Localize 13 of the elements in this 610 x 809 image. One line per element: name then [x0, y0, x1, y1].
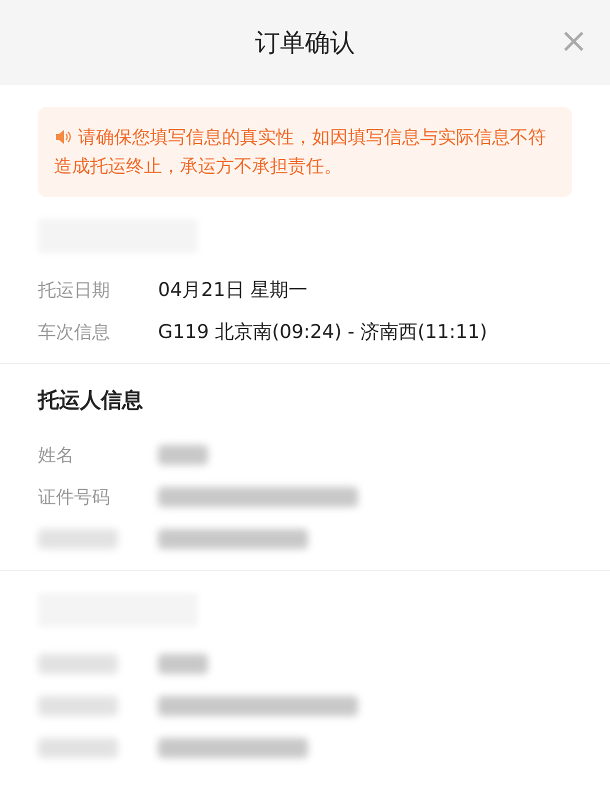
warning-notice: 请确保您填写信息的真实性，如因填写信息与实际信息不符造成托运终止，承运方不承担责任。 — [38, 107, 572, 197]
blurred-value — [158, 445, 208, 465]
speaker-icon — [54, 128, 72, 146]
close-button[interactable]: × — [560, 24, 588, 58]
field-label: 姓名 — [38, 444, 75, 467]
blurred-value — [158, 654, 208, 674]
field-label: 托运日期 — [38, 279, 111, 302]
section-heading: 托运人信息 — [38, 387, 144, 414]
field-value: G119 北京南(09:24) - 济南西(11:11) — [158, 320, 488, 345]
page-title: 订单确认 — [255, 27, 355, 59]
field-label: 车次信息 — [38, 321, 111, 344]
field-value: 04月21日 星期一 — [158, 278, 308, 303]
field-label: 证件号码 — [38, 486, 111, 509]
